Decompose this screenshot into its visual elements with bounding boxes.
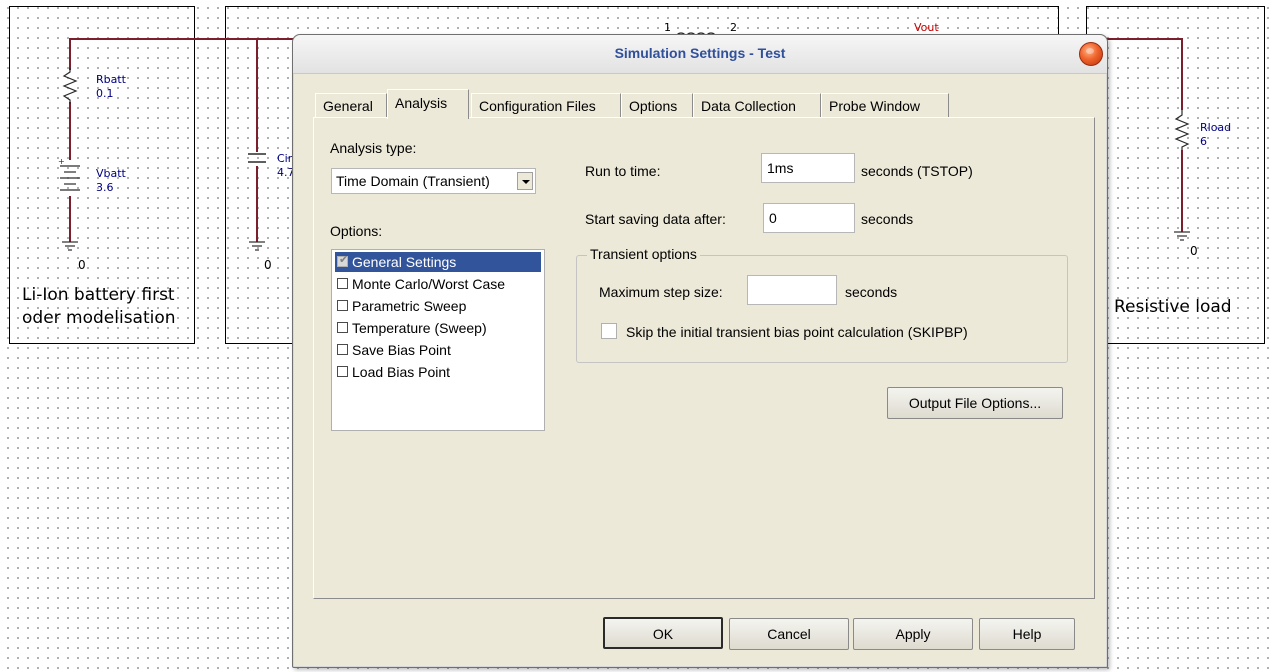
output-file-options-button[interactable]: Output File Options... bbox=[887, 387, 1063, 419]
tab-general[interactable]: General bbox=[315, 93, 387, 117]
tab-options[interactable]: Options bbox=[621, 93, 693, 117]
max-step-label: Maximum step size: bbox=[599, 284, 723, 300]
start-saving-unit: seconds bbox=[861, 211, 914, 227]
ground-icon bbox=[62, 241, 78, 251]
rbatt-value: 0.1 bbox=[96, 87, 114, 100]
checkbox-checked-icon[interactable]: ✔ bbox=[337, 254, 348, 267]
vout-label: Vout bbox=[914, 21, 939, 34]
node1-label: 1 bbox=[664, 21, 671, 34]
run-to-time-label: Run to time: bbox=[585, 163, 661, 179]
resistor-rload-icon bbox=[1174, 110, 1190, 150]
cap-wire-bottom bbox=[256, 166, 258, 242]
start-saving-label: Start saving data after: bbox=[585, 211, 726, 227]
option-temperature-sweep[interactable]: Temperature (Sweep) bbox=[335, 318, 541, 338]
run-to-time-input[interactable]: 1ms bbox=[761, 153, 855, 183]
apply-button[interactable]: Apply bbox=[853, 618, 973, 650]
vbatt-name: Vbatt bbox=[96, 167, 126, 180]
start-saving-input[interactable]: 0 bbox=[763, 203, 855, 233]
middle-ground-label: 0 bbox=[264, 258, 272, 272]
chevron-down-icon[interactable] bbox=[517, 172, 533, 190]
analysis-type-label: Analysis type: bbox=[330, 140, 417, 156]
battery-vbatt-icon: + bbox=[58, 157, 80, 191]
battery-wire-top bbox=[69, 38, 71, 70]
battery-caption-line1: Li-Ion battery first bbox=[22, 285, 175, 305]
battery-ground-label: 0 bbox=[78, 258, 86, 272]
run-to-time-unit: seconds (TSTOP) bbox=[861, 163, 973, 179]
analysis-type-dropdown[interactable]: Time Domain (Transient) bbox=[331, 168, 536, 194]
battery-wire-mid bbox=[69, 102, 71, 160]
simulation-settings-dialog: Simulation Settings - Test General Analy… bbox=[292, 34, 1108, 668]
option-label: Temperature (Sweep) bbox=[352, 320, 487, 336]
node2-label: 2 bbox=[730, 21, 737, 34]
battery-wire-bottom bbox=[69, 196, 71, 242]
rload-value: 6 bbox=[1200, 135, 1207, 148]
transient-options-title: Transient options bbox=[587, 246, 700, 262]
skipbp-checkbox[interactable] bbox=[601, 323, 617, 339]
option-save-bias-point[interactable]: Save Bias Point bbox=[335, 340, 541, 360]
tab-data-collection[interactable]: Data Collection bbox=[693, 93, 821, 117]
resistor-rbatt-icon bbox=[62, 68, 78, 104]
option-label: Parametric Sweep bbox=[352, 298, 467, 314]
capacitor-icon bbox=[248, 153, 266, 163]
load-caption: Resistive load bbox=[1114, 297, 1232, 317]
battery-caption-line2: oder modelisation bbox=[22, 308, 176, 328]
options-label: Options: bbox=[330, 223, 383, 239]
ground-icon bbox=[249, 241, 265, 251]
checkbox-icon[interactable] bbox=[337, 300, 348, 311]
load-block-frame bbox=[1086, 6, 1265, 344]
tab-analysis[interactable]: Analysis bbox=[387, 89, 469, 119]
dialog-titlebar[interactable]: Simulation Settings - Test bbox=[293, 35, 1107, 74]
checkbox-icon[interactable] bbox=[337, 322, 348, 333]
load-wire-top bbox=[1181, 38, 1183, 110]
option-load-bias-point[interactable]: Load Bias Point bbox=[335, 362, 541, 382]
cap-wire-top bbox=[256, 38, 258, 152]
cancel-button[interactable]: Cancel bbox=[729, 618, 849, 650]
option-label: Save Bias Point bbox=[352, 342, 451, 358]
checkbox-icon[interactable] bbox=[337, 278, 348, 289]
close-icon[interactable] bbox=[1079, 42, 1103, 66]
analysis-type-value: Time Domain (Transient) bbox=[336, 173, 490, 189]
max-step-input[interactable] bbox=[747, 275, 837, 305]
option-monte-carlo[interactable]: Monte Carlo/Worst Case bbox=[335, 274, 541, 294]
checkbox-icon[interactable] bbox=[337, 366, 348, 377]
checkbox-icon[interactable] bbox=[337, 344, 348, 355]
rload-name: Rload bbox=[1200, 121, 1232, 134]
load-wire-bottom bbox=[1181, 150, 1183, 232]
option-label: Monte Carlo/Worst Case bbox=[352, 276, 506, 292]
load-ground-label: 0 bbox=[1190, 244, 1198, 258]
option-label: General Settings bbox=[352, 254, 457, 270]
ok-button[interactable]: OK bbox=[603, 617, 723, 649]
rbatt-name: Rbatt bbox=[96, 73, 126, 86]
skipbp-label: Skip the initial transient bias point ca… bbox=[626, 324, 968, 340]
option-general-settings[interactable]: ✔ General Settings bbox=[335, 252, 541, 272]
max-step-unit: seconds bbox=[845, 284, 898, 300]
tab-configuration-files[interactable]: Configuration Files bbox=[471, 93, 621, 117]
help-button[interactable]: Help bbox=[979, 618, 1075, 650]
option-parametric-sweep[interactable]: Parametric Sweep bbox=[335, 296, 541, 316]
vbatt-value: 3.6 bbox=[96, 181, 114, 194]
option-label: Load Bias Point bbox=[352, 364, 451, 380]
options-listbox[interactable]: ✔ General Settings Monte Carlo/Worst Cas… bbox=[331, 249, 545, 431]
transient-options-group: Transient options bbox=[576, 246, 1068, 363]
ground-icon bbox=[1174, 231, 1190, 241]
tab-probe-window[interactable]: Probe Window bbox=[821, 93, 949, 117]
dialog-title: Simulation Settings - Test bbox=[614, 45, 786, 61]
svg-text:+: + bbox=[58, 157, 65, 166]
